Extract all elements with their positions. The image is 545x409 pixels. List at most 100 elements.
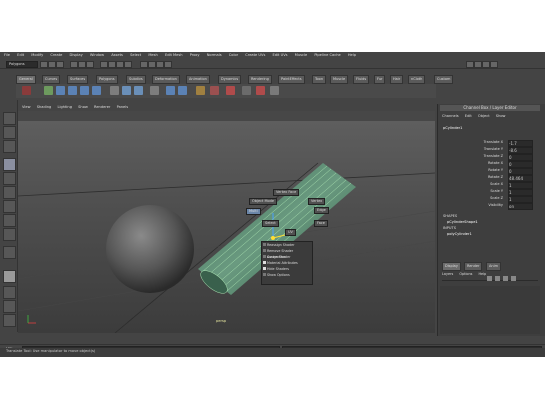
panel-menu-renderer[interactable]: Renderer xyxy=(94,105,110,109)
value-translate-z[interactable]: 0 xyxy=(508,154,533,161)
channel-box-menu-edit[interactable]: Edit xyxy=(465,114,472,118)
shelf-tab-surfaces[interactable]: Surfaces xyxy=(67,75,89,84)
marking-menu-uv[interactable]: UV xyxy=(285,229,296,236)
menu-window[interactable]: Window xyxy=(90,53,104,57)
value-translate-x[interactable]: -1.7 xyxy=(508,140,533,147)
menu-mesh[interactable]: Mesh xyxy=(148,53,157,57)
marking-menu-multi[interactable]: Multi xyxy=(246,208,261,215)
show-channel-box-icon[interactable] xyxy=(482,61,490,68)
channel-box-menu-object[interactable]: Object xyxy=(478,114,490,118)
last-tool-icon[interactable] xyxy=(3,246,16,259)
paint-select-tool-icon[interactable] xyxy=(3,140,16,153)
select-component-icon[interactable] xyxy=(86,61,94,68)
marking-menu-object-mode[interactable]: Object Mode xyxy=(249,198,278,205)
show-tool-settings-icon[interactable] xyxy=(474,61,482,68)
paint-icon[interactable] xyxy=(256,86,265,95)
shelf-tab-fluids[interactable]: Fluids xyxy=(353,75,370,84)
open-scene-icon[interactable] xyxy=(48,61,56,68)
attr-rotate-y[interactable]: Rotate Y xyxy=(488,168,503,172)
value-rotate-x[interactable]: 0 xyxy=(508,161,533,168)
mirror-icon[interactable] xyxy=(178,86,187,95)
shelf-tab-muscle[interactable]: Muscle xyxy=(330,75,349,84)
layer-menu-help[interactable]: Help xyxy=(478,272,486,276)
layer-move-up-icon[interactable] xyxy=(503,276,508,281)
attr-translate-z[interactable]: Translate Z xyxy=(484,154,503,158)
menu-edit[interactable]: Edit xyxy=(17,53,24,57)
marking-menu-edge[interactable]: Edge xyxy=(314,207,329,214)
bridge-icon[interactable] xyxy=(134,86,143,95)
menu-pipeline-cache[interactable]: Pipeline Cache xyxy=(314,53,340,57)
input-node[interactable]: polyCylinder1 xyxy=(447,232,472,236)
marking-menu-vertex-face[interactable]: Vertex Face xyxy=(273,189,300,196)
value-visibility[interactable]: on xyxy=(508,203,533,210)
rotate-tool-icon[interactable] xyxy=(3,172,16,185)
universal-manip-icon[interactable] xyxy=(3,200,16,213)
layer-tab-render[interactable]: Render xyxy=(464,262,483,271)
layer-move-down-icon[interactable] xyxy=(511,276,516,281)
marking-menu-select[interactable]: Select xyxy=(262,220,279,227)
shelf-tab-toon[interactable]: Toon xyxy=(312,75,327,84)
layer-from-selection-icon[interactable] xyxy=(495,276,500,281)
menu-create[interactable]: Create xyxy=(50,53,62,57)
attr-scale-y[interactable]: Scale Y xyxy=(490,189,503,193)
menu-help[interactable]: Help xyxy=(348,53,356,57)
shelf-tab-dynamics[interactable]: Dynamics xyxy=(218,75,242,84)
create-cylinder-icon[interactable] xyxy=(80,86,89,95)
layer-tab-anim[interactable]: Anim xyxy=(486,262,501,271)
menu-create-uvs[interactable]: Create UVs xyxy=(245,53,265,57)
history-icon[interactable] xyxy=(140,61,148,68)
select-tool-icon[interactable] xyxy=(3,112,16,125)
layer-list[interactable] xyxy=(440,286,540,334)
marking-menu-vertex[interactable]: Vertex xyxy=(308,198,326,205)
marking-menu-face[interactable]: Face xyxy=(314,220,328,227)
value-rotate-z[interactable]: 48.464 xyxy=(508,175,533,182)
layer-tab-display[interactable]: Display xyxy=(442,262,461,271)
shelf-tab-subdivs[interactable]: Subdivs xyxy=(126,75,146,84)
shelf-tab-fur[interactable]: Fur xyxy=(374,75,386,84)
channel-box-menu-channels[interactable]: Channels xyxy=(442,114,459,118)
render-view-icon[interactable] xyxy=(226,86,235,95)
bevel-icon[interactable] xyxy=(122,86,131,95)
shape-node[interactable]: pCylinderShape1 xyxy=(447,220,478,224)
value-scale-z[interactable]: 1 xyxy=(508,196,533,203)
panel-menu-view[interactable]: View xyxy=(22,105,31,109)
soft-mod-icon[interactable] xyxy=(3,214,16,227)
panel-menu-show[interactable]: Show xyxy=(78,105,88,109)
smooth-icon[interactable] xyxy=(166,86,175,95)
render-settings-icon[interactable] xyxy=(164,61,172,68)
single-perspective-layout-icon[interactable] xyxy=(3,270,16,283)
value-rotate-y[interactable]: 0 xyxy=(508,168,533,175)
new-layer-icon[interactable] xyxy=(487,276,492,281)
snap-curve-icon[interactable] xyxy=(108,61,116,68)
shelf-tab-curves[interactable]: Curves xyxy=(42,75,61,84)
shelf-tab-general[interactable]: General xyxy=(16,75,36,84)
combine-icon[interactable] xyxy=(150,86,159,95)
attr-rotate-x[interactable]: Rotate X xyxy=(488,161,503,165)
menu-file[interactable]: File xyxy=(4,53,10,57)
menu-color[interactable]: Color xyxy=(229,53,238,57)
value-scale-x[interactable]: 1 xyxy=(508,182,533,189)
panel-menu-lighting[interactable]: Lighting xyxy=(57,105,72,109)
save-scene-icon[interactable] xyxy=(56,61,64,68)
scale-tool-icon[interactable] xyxy=(3,186,16,199)
shelf-tab-polygons[interactable]: Polygons xyxy=(96,75,118,84)
lasso-tool-icon[interactable] xyxy=(3,126,16,139)
shelf-tab-hair[interactable]: Hair xyxy=(390,75,404,84)
snap-surface-icon[interactable] xyxy=(124,61,132,68)
attr-scale-z[interactable]: Scale Z xyxy=(490,196,503,200)
select-object-icon[interactable] xyxy=(78,61,86,68)
extrude-icon[interactable] xyxy=(110,86,119,95)
value-translate-y[interactable]: -8.6 xyxy=(508,147,533,154)
snap-grid-icon[interactable] xyxy=(100,61,108,68)
create-curve-icon[interactable] xyxy=(44,86,53,95)
persp-graph-layout-icon[interactable] xyxy=(3,314,16,327)
render-icon[interactable] xyxy=(148,61,156,68)
panel-menu-shading[interactable]: Shading xyxy=(37,105,52,109)
shelf-menu-icon[interactable] xyxy=(22,86,31,95)
layer-menu-layers[interactable]: Layers xyxy=(442,272,453,276)
manip-center[interactable] xyxy=(271,236,275,240)
shelf-tab-custom[interactable]: Custom xyxy=(434,75,454,84)
create-cube-icon[interactable] xyxy=(68,86,77,95)
menu-edit-mesh[interactable]: Edit Mesh xyxy=(165,53,183,57)
create-sphere-icon[interactable] xyxy=(56,86,65,95)
